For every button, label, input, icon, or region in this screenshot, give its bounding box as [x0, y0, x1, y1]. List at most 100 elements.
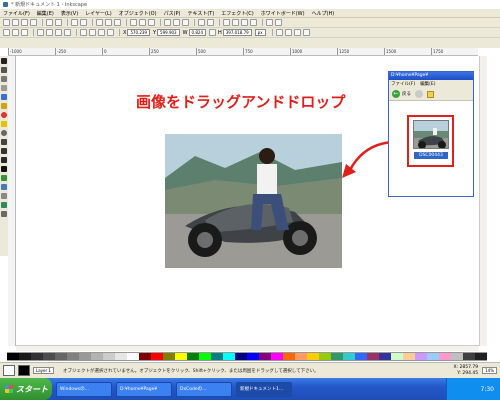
menu-help[interactable]: ヘルプ(H): [312, 10, 335, 17]
save-icon[interactable]: [21, 19, 28, 26]
forward-arrow-icon[interactable]: [415, 90, 423, 98]
move-gradients-icon[interactable]: [293, 29, 301, 36]
palette-swatch[interactable]: [211, 353, 223, 360]
back-label[interactable]: 戻る: [402, 91, 411, 97]
pen-tool-icon[interactable]: [1, 148, 7, 154]
menu-view[interactable]: 表示(V): [61, 10, 78, 17]
fill-swatch[interactable]: [3, 365, 15, 376]
palette-swatch[interactable]: [115, 353, 127, 360]
undo-icon[interactable]: [71, 19, 78, 26]
menu-edit[interactable]: 編集(E): [37, 10, 54, 17]
open-icon[interactable]: [12, 19, 19, 26]
palette-swatch[interactable]: [43, 353, 55, 360]
taskbar-item[interactable]: 新規ドキュメント1...: [236, 381, 292, 397]
group-icon[interactable]: [198, 19, 205, 26]
duplicate-icon[interactable]: [164, 19, 171, 26]
palette-swatch[interactable]: [403, 353, 415, 360]
spray-tool-icon[interactable]: [1, 175, 7, 181]
rectangle-tool-icon[interactable]: [1, 94, 7, 100]
connector-tool-icon[interactable]: [1, 211, 7, 217]
start-button[interactable]: スタート: [0, 378, 52, 400]
lock-ratio-icon[interactable]: [209, 29, 216, 36]
palette-swatch[interactable]: [223, 353, 235, 360]
horizontal-scrollbar[interactable]: [16, 345, 479, 351]
back-arrow-icon[interactable]: ←: [392, 90, 400, 98]
palette-swatch[interactable]: [391, 353, 403, 360]
gradient-tool-icon[interactable]: [1, 184, 7, 190]
explorer-window[interactable]: D:¥home¥Page¥ ファイル(F) 編集(E) ← 戻る DSC0044…: [388, 71, 474, 197]
explorer-menu-edit[interactable]: 編集(E): [420, 81, 435, 87]
palette-swatch[interactable]: [295, 353, 307, 360]
palette-swatch[interactable]: [307, 353, 319, 360]
rotate-ccw-icon[interactable]: [37, 29, 44, 36]
palette-swatch[interactable]: [163, 353, 175, 360]
palette-swatch[interactable]: [187, 353, 199, 360]
palette-swatch[interactable]: [283, 353, 295, 360]
ellipse-tool-icon[interactable]: [1, 112, 7, 118]
palette-swatch[interactable]: [379, 353, 391, 360]
dropper-tool-icon[interactable]: [1, 193, 7, 199]
palette-swatch[interactable]: [175, 353, 187, 360]
taskbar-item[interactable]: Windowsの...: [56, 381, 112, 397]
star-tool-icon[interactable]: [1, 121, 7, 127]
palette-swatch[interactable]: [7, 353, 19, 360]
palette-swatch[interactable]: [19, 353, 31, 360]
palette-swatch[interactable]: [451, 353, 463, 360]
xml-editor-icon[interactable]: [241, 19, 248, 26]
menu-path[interactable]: パス(P): [164, 10, 181, 17]
scale-stroke-icon[interactable]: [275, 29, 283, 36]
move-patterns-icon[interactable]: [302, 29, 310, 36]
x-field[interactable]: 570.239: [127, 29, 150, 36]
h-field[interactable]: 397.018.79: [222, 29, 252, 36]
new-document-icon[interactable]: [3, 19, 10, 26]
palette-swatch[interactable]: [463, 353, 475, 360]
image-file-thumbnail[interactable]: [413, 120, 449, 149]
cut-icon[interactable]: [105, 19, 112, 26]
preferences-icon[interactable]: [266, 19, 273, 26]
menu-layer[interactable]: レイヤー(L): [85, 10, 112, 17]
menu-whiteboard[interactable]: ホワイトボード(W): [261, 10, 305, 17]
palette-swatch[interactable]: [475, 353, 487, 360]
zoom-field[interactable]: 14%: [482, 367, 497, 374]
raise-to-top-icon[interactable]: [80, 29, 87, 36]
palette-swatch[interactable]: [271, 353, 283, 360]
tweak-tool-icon[interactable]: [1, 76, 7, 82]
palette-swatch[interactable]: [247, 353, 259, 360]
w-field[interactable]: 0.824: [188, 29, 206, 36]
y-field[interactable]: 599.903: [157, 29, 180, 36]
select-all-icon[interactable]: [3, 29, 10, 36]
unlink-clone-icon[interactable]: [182, 19, 189, 26]
layer-select[interactable]: Layer 1: [33, 367, 54, 374]
node-tool-icon[interactable]: [1, 67, 7, 73]
print-icon[interactable]: [30, 19, 37, 26]
lower-to-bottom-icon[interactable]: [107, 29, 114, 36]
palette-swatch[interactable]: [367, 353, 379, 360]
redo-icon[interactable]: [80, 19, 87, 26]
flip-vertical-icon[interactable]: [64, 29, 71, 36]
menu-text[interactable]: テキスト(T): [187, 10, 214, 17]
folder-up-icon[interactable]: [427, 90, 434, 98]
clone-icon[interactable]: [173, 19, 180, 26]
paste-icon[interactable]: [114, 19, 121, 26]
palette-swatch[interactable]: [79, 353, 91, 360]
fill-stroke-icon[interactable]: [223, 19, 230, 26]
palette-swatch[interactable]: [67, 353, 79, 360]
taskbar-item[interactable]: DxCodeの...: [176, 381, 232, 397]
motorcycle-photo[interactable]: [165, 134, 342, 268]
rotate-cw-icon[interactable]: [46, 29, 53, 36]
menu-file[interactable]: ファイル(F): [3, 10, 30, 17]
palette-swatch[interactable]: [91, 353, 103, 360]
palette-swatch[interactable]: [439, 353, 451, 360]
explorer-menu-file[interactable]: ファイル(F): [391, 81, 415, 87]
palette-swatch[interactable]: [151, 353, 163, 360]
zoom-tool-icon[interactable]: [1, 85, 7, 91]
palette-swatch[interactable]: [103, 353, 115, 360]
menu-object[interactable]: オブジェクト(O): [119, 10, 157, 17]
flip-horizontal-icon[interactable]: [55, 29, 62, 36]
palette-swatch[interactable]: [415, 353, 427, 360]
text-tool-icon[interactable]: [1, 166, 7, 172]
palette-swatch[interactable]: [55, 353, 67, 360]
palette-swatch[interactable]: [427, 353, 439, 360]
unit-select[interactable]: px: [254, 29, 266, 36]
zoom-drawing-icon[interactable]: [139, 19, 146, 26]
